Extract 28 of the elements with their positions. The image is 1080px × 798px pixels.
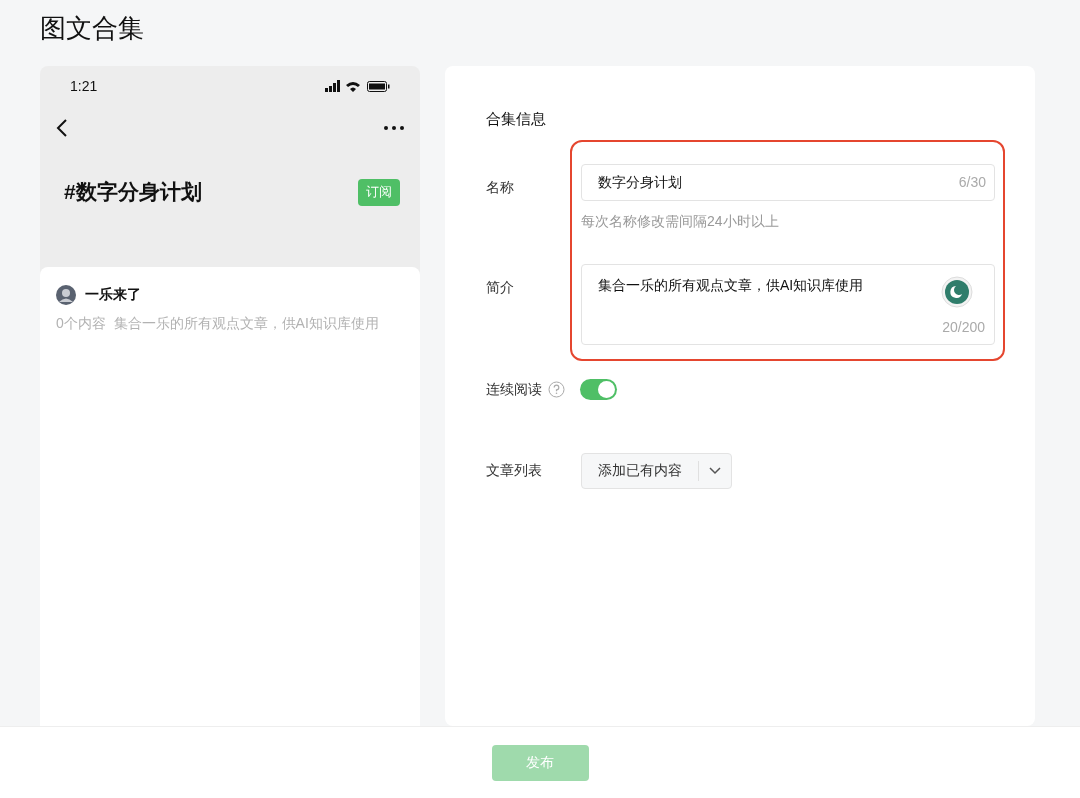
collection-summary: 0个内容 集合一乐的所有观点文章，供AI知识库使用 (56, 314, 380, 333)
author-name: 一乐来了 (85, 285, 141, 304)
name-field[interactable]: 数字分身计划 6/30 (581, 163, 995, 201)
field-label: 简介 (486, 277, 514, 297)
assistant-icon[interactable] (941, 275, 973, 308)
back-icon[interactable] (56, 119, 68, 137)
collection-title: #数字分身计划 (64, 179, 202, 206)
field-label: 文章列表 (486, 461, 543, 480)
add-content-dropdown[interactable]: 添加已有内容 (581, 452, 732, 489)
section-title: 合集信息 (486, 109, 546, 129)
wifi-icon (346, 80, 361, 92)
intro-value: 集合一乐的所有观点文章，供AI知识库使用 (598, 275, 864, 295)
avatar (56, 284, 76, 305)
continuous-reading-toggle[interactable] (580, 379, 617, 400)
name-value: 数字分身计划 (598, 172, 682, 192)
intro-field[interactable]: 集合一乐的所有观点文章，供AI知识库使用 20/200 (581, 263, 995, 345)
battery-icon (367, 80, 390, 92)
char-counter: 20/200 (942, 317, 985, 337)
field-label: 名称 (486, 177, 514, 197)
field-label: 连续阅读 (486, 380, 542, 399)
status-time: 1:21 (70, 76, 98, 96)
more-icon[interactable] (384, 126, 404, 130)
signal-icon (325, 80, 340, 92)
caret-icon (709, 466, 721, 475)
char-counter: 6/30 (958, 172, 986, 192)
field-hint: 每次名称修改需间隔24小时以上 (581, 211, 779, 231)
page-title: 图文合集 (40, 12, 144, 45)
add-content-label: 添加已有内容 (597, 461, 683, 480)
